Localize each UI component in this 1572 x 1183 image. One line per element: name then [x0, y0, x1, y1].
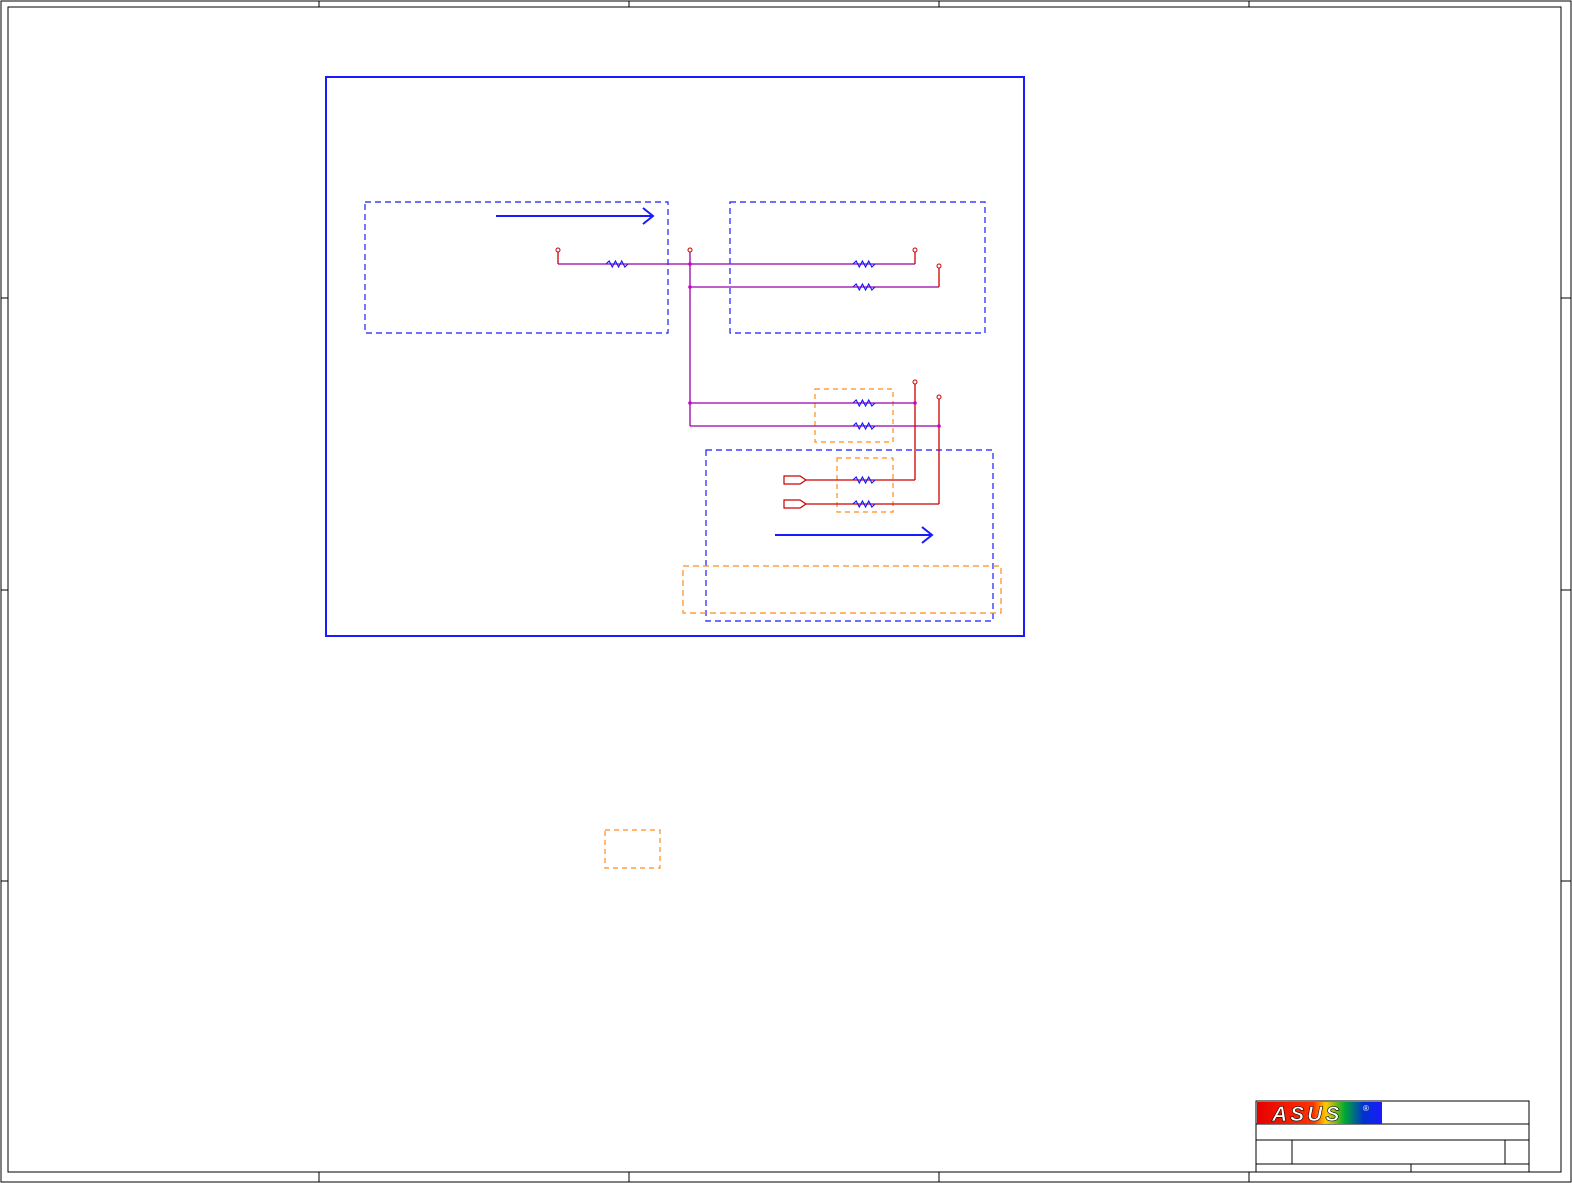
- schematic-sheet: ASUS ®: [0, 0, 1572, 1183]
- dashed-block-top-left: [364, 201, 669, 334]
- pin-terminal: [912, 247, 918, 253]
- junction-dot: [688, 262, 692, 266]
- net-wires: [557, 252, 940, 505]
- logo-text: ASUS: [1271, 1103, 1342, 1126]
- arrow-right-icon: [496, 207, 655, 225]
- junction-dot: [937, 424, 941, 428]
- pin-terminal: [936, 263, 942, 269]
- connector-port-icon: [783, 475, 808, 485]
- sheet-frame: [0, 0, 1572, 1183]
- arrow-right-icon: [775, 526, 934, 544]
- dashed-block-top-right: [729, 201, 986, 334]
- junction-dot: [688, 401, 692, 405]
- pin-terminal: [912, 379, 918, 385]
- junction-dot: [688, 285, 692, 289]
- pin-terminal: [555, 247, 561, 253]
- dashed-orange-small-box: [604, 829, 661, 869]
- dashed-orange-wide-region: [682, 565, 1002, 614]
- main-container-box: [325, 76, 1025, 637]
- pin-terminal: [687, 247, 693, 253]
- resistor-group: [605, 259, 876, 509]
- asus-logo: ASUS ®: [1257, 1102, 1382, 1126]
- logo-registered-mark: ®: [1363, 1104, 1369, 1113]
- pin-terminal: [936, 394, 942, 400]
- dashed-orange-resistor-group-upper: [814, 388, 894, 443]
- connector-port-icon: [783, 499, 808, 509]
- junction-dot: [913, 401, 917, 405]
